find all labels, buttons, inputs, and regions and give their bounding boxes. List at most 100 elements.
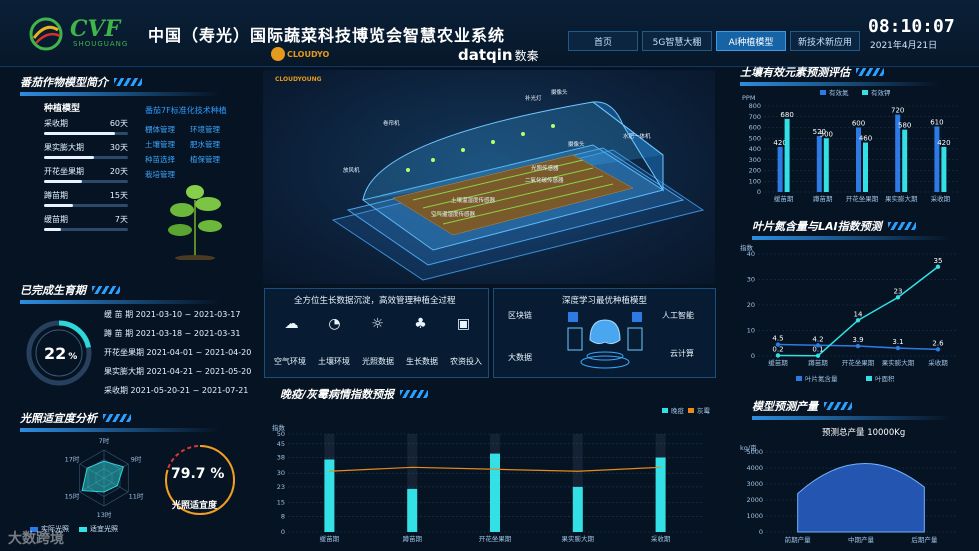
datqin-logo: datqin 数秦 — [458, 46, 539, 64]
std-item: 土壤管理 — [145, 140, 175, 149]
lai-point — [855, 343, 861, 349]
soil-bar-value: 610 — [930, 118, 943, 126]
y-tick-label: 50 — [277, 430, 285, 438]
stage-slider[interactable] — [44, 132, 128, 135]
soil-bar-value: 720 — [891, 107, 904, 115]
stage-slider[interactable] — [44, 204, 128, 207]
standard-title: 番茄7F标准化技术种植 — [145, 106, 227, 115]
y-tick-label: 3000 — [746, 480, 763, 488]
y-tick-label: 15 — [277, 499, 285, 507]
y-tick-label: 0 — [751, 352, 755, 360]
soil-bar — [777, 146, 783, 192]
radar-label: 13时 — [97, 510, 112, 518]
x-tick-label: 缓苗期 — [774, 194, 794, 203]
light-radar: 7时 9时 11时 13时 15时 17时 — [65, 436, 144, 518]
stage-slider[interactable] — [44, 180, 128, 183]
soil-chart: PPM 有效氮 有效钾 0 100 200 300 400 500 600 700 800 420 680… — [742, 88, 960, 203]
period-range: 2021-03-18 ~ 2021-03-31 — [135, 329, 241, 338]
x-tick-label: 蹲苗期 — [402, 534, 422, 543]
lai-point-value: 4.2 — [812, 335, 823, 343]
data-label: 土壤环境 — [318, 357, 350, 366]
deep-left-1: 区块链 — [508, 311, 532, 320]
legend-label: 有效氮 — [829, 88, 849, 97]
y-tick-label: 0 — [281, 528, 285, 536]
x-tick-label: 后期产量 — [911, 535, 938, 544]
growth-percent-unit: % — [68, 352, 78, 362]
x-tick-label: 开花坐果期 — [846, 194, 879, 203]
title-underline — [752, 416, 952, 420]
period-name: 蹲 苗 期 — [104, 329, 134, 338]
y-tick-label: 400 — [749, 145, 761, 153]
soil-bar-value: 420 — [937, 139, 950, 147]
legend-label: 叶面积 — [875, 374, 895, 383]
x-tick-label: 蹲苗期 — [813, 194, 833, 203]
standard-grid: 棚体管理 环境管理 土壤管理 肥水管理 种苗选择 植保管理 栽培管理 — [145, 124, 235, 180]
lai-point-value: 4.5 — [772, 335, 783, 343]
tab-5g-greenhouse[interactable]: 5G智慧大棚 — [642, 31, 712, 51]
disease-bar — [490, 453, 500, 532]
tab-ai-model[interactable]: AI种植模型 — [716, 31, 786, 51]
data-label: 农资投入 — [450, 357, 482, 366]
soil-bar — [863, 142, 868, 192]
deep-left-2: 大数据 — [508, 353, 532, 362]
greenhouse-3d-diagram: 摄像头 补光灯 摄像头 卷帘机 放风机 水肥一体机 光照传感器 二氧化碳传感器 … — [331, 88, 705, 281]
legend-swatch — [820, 90, 826, 95]
stage-slider[interactable] — [44, 228, 128, 231]
stage-name: 果实膨大期 — [44, 143, 84, 152]
lai-point — [775, 353, 781, 358]
stage-days: 60天 — [109, 119, 128, 128]
x-tick-label: 开花坐果期 — [842, 358, 875, 367]
stage-name: 缓苗期 — [44, 215, 68, 224]
soil-section: 土壤有效元素预测评估 — [740, 64, 965, 86]
tab-new-tech[interactable]: 新技术新应用 — [790, 31, 860, 51]
cloudyoung-logo: CLOUDYOUNG — [268, 44, 349, 66]
yield-area — [797, 463, 925, 533]
period-row: 缓 苗 期 2021-03-10 ~ 2021-03-17 — [104, 309, 252, 320]
legend-swatch — [688, 408, 694, 413]
std-item: 环境管理 — [190, 125, 220, 134]
lai-point-value: 3.9 — [852, 336, 863, 344]
label-roller: 卷帘机 — [383, 119, 400, 127]
disease-bar — [324, 459, 335, 532]
yield-section: 模型预测产量 — [752, 398, 967, 420]
lai-point — [895, 295, 901, 300]
stage-row: 果实膨大期 30天 — [44, 142, 128, 159]
y-tick-label: 4000 — [746, 464, 763, 472]
lai-chart: 指数010203040缓苗期 蹲苗期 开花坐果期 果实膨大期 采收期4.5 4.2 3.9 3… — [740, 243, 958, 383]
x-tick-label: 缓苗期 — [320, 534, 340, 543]
title-stripes-icon — [400, 390, 429, 398]
y-tick-label: 200 — [749, 167, 761, 175]
title-underline — [20, 92, 220, 96]
watermark: 大数跨境 — [8, 531, 64, 547]
stage-slider[interactable] — [44, 156, 128, 159]
stage-slider-fill — [44, 156, 95, 159]
period-row: 蹲 苗 期 2021-03-18 ~ 2021-03-31 — [104, 328, 252, 339]
period-name: 开花坐果期 — [104, 348, 144, 357]
lai-point-value: 14 — [854, 310, 863, 318]
lai-point — [895, 345, 901, 351]
sprout-icon: ♣ — [414, 316, 427, 332]
legend-label: 叶片氮含量 — [805, 374, 838, 383]
soil-bar-value: 580 — [898, 122, 911, 130]
cloud-icon: ☁ — [284, 316, 299, 332]
y-tick-label: 100 — [749, 177, 761, 185]
cloudyoung-small-logo: CLOUDYOUNG — [275, 76, 322, 83]
radar-shape — [81, 460, 125, 493]
legend-label: 有效钾 — [871, 88, 891, 97]
x-tick-label: 采收期 — [931, 194, 951, 203]
period-range: 2021-04-21 ~ 2021-05-20 — [146, 367, 252, 376]
x-tick-label: 果实膨大期 — [885, 194, 918, 203]
legend-swatch — [866, 376, 872, 381]
legend-swatch — [796, 376, 802, 381]
x-tick-label: 缓苗期 — [768, 358, 788, 367]
tab-home[interactable]: 首页 — [568, 31, 638, 51]
title-underline — [20, 428, 220, 432]
datqin-cn: 数秦 — [514, 49, 539, 63]
x-tick-label: 果实膨大期 — [562, 534, 595, 543]
period-row: 开花坐果期 2021-04-01 ~ 2021-04-20 — [104, 347, 252, 358]
std-item: 棚体管理 — [145, 125, 175, 134]
light-section: 光照适宜度分析 — [20, 410, 245, 432]
y-tick-label: 20 — [747, 301, 755, 309]
data-icons-row: ☁ ◔ ☼ ♣ ▣ — [270, 314, 485, 334]
soil-bar-value: 460 — [859, 135, 872, 143]
